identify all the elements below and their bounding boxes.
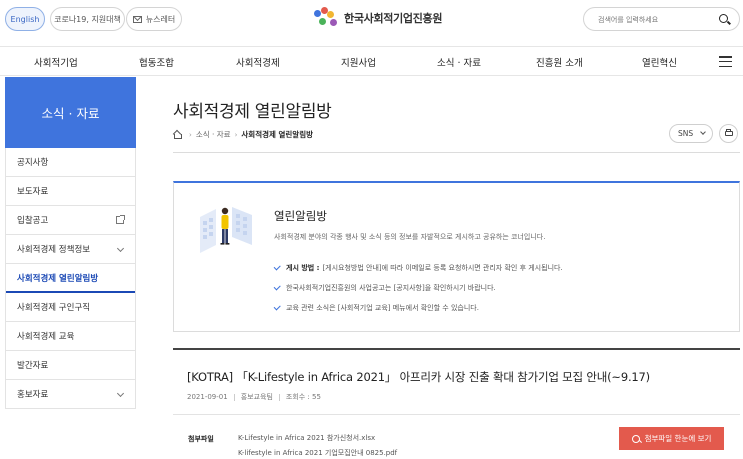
chevron-down-icon: [700, 129, 706, 135]
attachment-file-link[interactable]: K-Lifestyle in Africa 2021 참가신청서.xlsx: [238, 433, 397, 448]
sidebar-item-promotion[interactable]: 홍보자료: [6, 380, 135, 409]
nav-item-support[interactable]: 지원사업: [341, 55, 376, 69]
newsletter-button[interactable]: 뉴스레터: [126, 7, 182, 31]
sidebar-item-notice[interactable]: 공지사항: [6, 148, 135, 177]
print-button[interactable]: [719, 124, 738, 143]
attachment-preview-button[interactable]: 첨부파일 한눈에 보기: [619, 427, 724, 450]
post-top-border: [173, 348, 740, 350]
search-input[interactable]: [598, 13, 708, 26]
sns-label: SNS: [678, 129, 694, 138]
nav-item-social-enterprise[interactable]: 사회적기업: [34, 55, 78, 69]
hamburger-icon[interactable]: [719, 56, 732, 68]
sidebar-item-education[interactable]: 사회적경제 교육: [6, 322, 135, 351]
attachment-preview-label: 첨부파일 한눈에 보기: [644, 434, 712, 443]
site-logo[interactable]: 한국사회적기업진흥원: [314, 6, 443, 30]
post-department: 홍보교육팀: [240, 393, 273, 401]
nav-item-news[interactable]: 소식 · 자료: [437, 55, 481, 69]
sidebar-item-publications[interactable]: 발간자료: [6, 351, 135, 380]
logo-text: 한국사회적기업진흥원: [344, 12, 443, 25]
nav-item-about[interactable]: 진흥원 소개: [536, 55, 583, 69]
sidebar-item-label: 사회적경제 정책정보: [17, 245, 91, 255]
person-illustration-icon: [200, 207, 252, 253]
sidebar-item-label: 사회적경제 열린알림방: [17, 273, 99, 284]
sidebar-item-press[interactable]: 보도자료: [6, 177, 135, 206]
breadcrumb-current: 사회적경제 열린알림방: [241, 130, 314, 139]
check-icon: [273, 303, 281, 311]
breadcrumb: › 소식 · 자료 › 사회적경제 열린알림방: [173, 129, 313, 140]
nav-item-open-innovation[interactable]: 열린혁신: [642, 55, 677, 69]
header-divider: [173, 152, 740, 153]
search-box: [583, 7, 740, 31]
sidebar-item-open-board[interactable]: 사회적경제 열린알림방: [6, 264, 135, 293]
check-icon: [273, 263, 281, 271]
newsletter-label: 뉴스레터: [145, 14, 176, 24]
info-item-text: 한국사회적기업진흥원의 사업공고는 [공지사항]을 확인하시기 바랍니다.: [286, 284, 496, 292]
chevron-down-icon: [116, 389, 125, 398]
check-icon: [273, 283, 281, 291]
page-title: 사회적경제 열린알림방: [173, 102, 332, 122]
post-divider: [173, 414, 740, 415]
sidebar-item-label: 입찰공고: [17, 216, 49, 226]
attachment-list: K-Lifestyle in Africa 2021 참가신청서.xlsx K-…: [238, 433, 397, 459]
attachment-file-link[interactable]: K-lifestyle in Africa 2021 기업모집안내 0825.p…: [238, 448, 397, 459]
sidebar-item-label: 보도자료: [17, 187, 49, 197]
sidebar-item-label: 공지사항: [17, 158, 49, 168]
post-meta: 2021-09-01 홍보교육팀 조회수 : 55: [187, 392, 321, 402]
info-item-strong: 게시 방법 :: [286, 264, 320, 272]
info-item-text: [게시요청방법 안내]에 따라 이메일로 등록 요청하시면 관리자 확인 후 게…: [322, 264, 563, 272]
nav-item-cooperative[interactable]: 협동조합: [139, 55, 174, 69]
home-icon[interactable]: [173, 131, 182, 139]
info-box: 열린알림방 사회적경제 분야의 각종 행사 및 소식 등의 정보를 자발적으로 …: [173, 181, 740, 332]
search-icon: [631, 434, 640, 443]
info-item-text: 교육 관련 소식은 [사회적기업 교육] 메뉴에서 확인할 수 있습니다.: [286, 304, 479, 312]
post-title: [KOTRA] 「K-Lifestyle in Africa 2021」 아프리…: [187, 370, 650, 384]
sidebar-item-jobs[interactable]: 사회적경제 구인구직: [6, 293, 135, 322]
covid-support-button[interactable]: 코로나19, 지원대책: [50, 7, 125, 31]
sidebar-item-label: 사회적경제 구인구직: [17, 303, 91, 313]
chevron-down-icon: [116, 244, 125, 253]
language-english-button[interactable]: English: [5, 7, 45, 31]
info-description: 사회적경제 분야의 각종 행사 및 소식 등의 정보를 자발적으로 게시하고 공…: [274, 233, 546, 241]
main-navigation: 사회적기업 협동조합 사회적경제 지원사업 소식 · 자료 진흥원 소개 열린혁…: [0, 46, 743, 76]
post-views: 조회수 : 55: [285, 393, 321, 401]
sidebar-item-policy[interactable]: 사회적경제 정책정보: [6, 235, 135, 264]
mail-icon: [132, 15, 142, 23]
sidebar-item-label: 발간자료: [17, 361, 49, 371]
sidebar-item-label: 사회적경제 교육: [17, 332, 75, 342]
attachment-label: 첨부파일: [188, 435, 214, 443]
list-item: 교육 관련 소식은 [사회적기업 교육] 메뉴에서 확인할 수 있습니다.: [273, 298, 563, 318]
info-list: 게시 방법 : [게시요청방법 안내]에 따라 이메일로 등록 요청하시면 관리…: [273, 258, 563, 318]
post-date: 2021-09-01: [187, 393, 228, 401]
search-icon[interactable]: [719, 14, 728, 23]
breadcrumb-item[interactable]: 소식 · 자료: [196, 129, 231, 140]
sidebar-item-label: 홍보자료: [17, 390, 49, 400]
logo-mark-icon: [314, 7, 340, 29]
sidebar-menu: 공지사항 보도자료 입찰공고 사회적경제 정책정보 사회적경제 열린알림방 사회…: [5, 148, 136, 409]
list-item: 한국사회적기업진흥원의 사업공고는 [공지사항]을 확인하시기 바랍니다.: [273, 278, 563, 298]
nav-item-social-economy[interactable]: 사회적경제: [236, 55, 280, 69]
external-link-icon: [116, 215, 125, 224]
sns-share-button[interactable]: SNS: [669, 124, 713, 143]
print-icon: [725, 131, 733, 136]
info-title: 열린알림방: [274, 209, 327, 223]
list-item: 게시 방법 : [게시요청방법 안내]에 따라 이메일로 등록 요청하시면 관리…: [273, 258, 563, 278]
top-utility-bar: English 코로나19, 지원대책 뉴스레터 한국사회적기업진흥원: [0, 0, 743, 40]
sidebar-item-bid[interactable]: 입찰공고: [6, 206, 135, 235]
sidebar-title: 소식 · 자료: [5, 77, 136, 148]
